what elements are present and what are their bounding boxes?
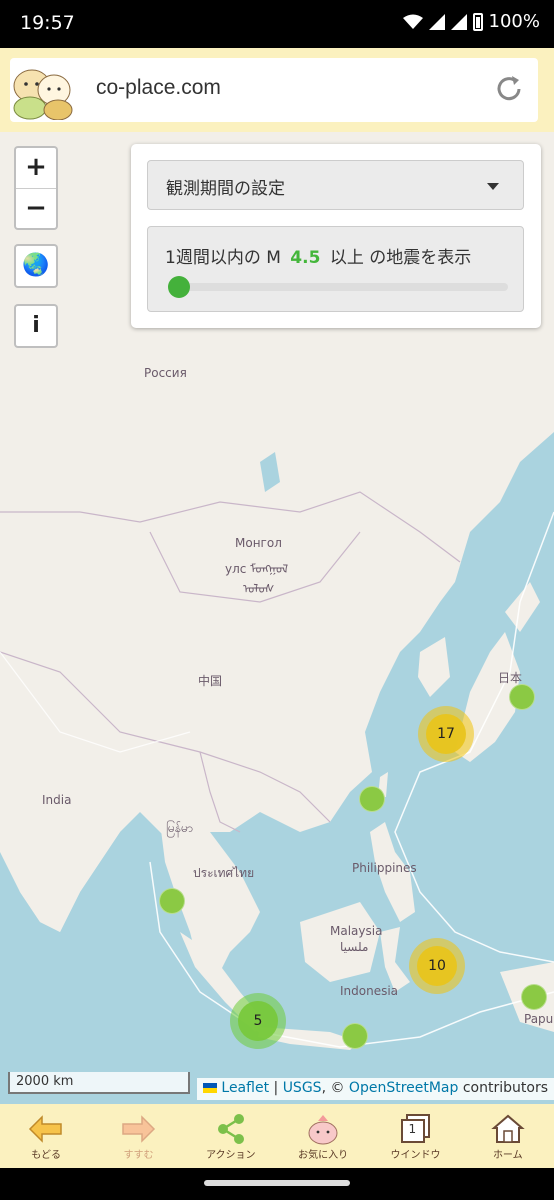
- earthquake-marker[interactable]: [509, 684, 535, 710]
- magnitude-value: 4.5: [290, 248, 321, 268]
- magnitude-filter: 1週間以内の M 4.5 以上 の地震を表示: [147, 226, 524, 312]
- status-icons: 100%: [402, 11, 540, 32]
- ukraine-flag-icon: [203, 1083, 218, 1093]
- address-bar[interactable]: co-place.com: [10, 58, 538, 122]
- mascot-icon: [13, 69, 73, 120]
- osm-link[interactable]: OpenStreetMap: [349, 1080, 458, 1096]
- window-button[interactable]: 1 ウインドウ: [375, 1112, 455, 1161]
- favorite-button[interactable]: お気に入り: [283, 1112, 363, 1161]
- map-scale: 2000 km: [8, 1072, 190, 1094]
- browser-bottom-toolbar: もどる すすむ アクション お気に入り 1 ウインドウ ホーム: [0, 1104, 554, 1168]
- signal-icon-2: [450, 13, 467, 30]
- map-label-russia: Россия: [144, 366, 187, 380]
- cluster-marker[interactable]: 5: [230, 993, 286, 1049]
- reload-icon[interactable]: [492, 72, 526, 106]
- home-icon: [491, 1114, 525, 1143]
- earthquake-map[interactable]: Россия Монгол улс ᠮᠣᠩᠭᠣᠯ ᠤᠯᠤᠰ 中国 日本 Indi…: [0, 132, 554, 1104]
- chevron-down-icon: [487, 183, 499, 190]
- system-nav-bar: [0, 1168, 554, 1200]
- home-gesture-handle[interactable]: [204, 1180, 350, 1186]
- usgs-link[interactable]: USGS: [283, 1080, 322, 1096]
- cluster-count: 10: [417, 946, 457, 986]
- globe-button[interactable]: 🌏: [14, 244, 58, 288]
- zoom-in-button[interactable]: +: [16, 148, 56, 188]
- info-icon: i: [32, 313, 40, 338]
- zoom-control: + −: [14, 146, 58, 230]
- attrib-sep-2: , ©: [321, 1080, 349, 1096]
- forward-label: すすむ: [123, 1149, 154, 1161]
- map-label-malaysia: Malaysia: [330, 924, 383, 938]
- period-select[interactable]: 観測期間の設定: [147, 160, 524, 210]
- attrib-sep-1: |: [269, 1080, 283, 1096]
- filter-suffix: 以上 の地震を表示: [329, 248, 472, 268]
- favorite-label: お気に入り: [298, 1149, 349, 1161]
- status-time: 19:57: [20, 12, 75, 34]
- map-label-myanmar: မြန်မာ: [166, 821, 193, 835]
- home-label: ホーム: [492, 1149, 523, 1161]
- map-label-china: 中国: [198, 674, 223, 688]
- zoom-out-button[interactable]: −: [16, 189, 56, 229]
- url-text[interactable]: co-place.com: [96, 76, 221, 100]
- magnitude-slider-track[interactable]: [168, 283, 508, 291]
- cluster-count: 17: [426, 714, 466, 754]
- magnitude-slider-handle[interactable]: [168, 276, 190, 298]
- arrow-left-icon: [29, 1114, 62, 1143]
- map-label-india: India: [42, 793, 72, 807]
- earthquake-marker[interactable]: [159, 888, 185, 914]
- home-button[interactable]: ホーム: [468, 1112, 548, 1161]
- action-label: アクション: [206, 1149, 256, 1161]
- cluster-count: 5: [238, 1001, 278, 1041]
- cluster-marker[interactable]: 17: [418, 706, 474, 762]
- share-icon: [217, 1113, 244, 1144]
- window-count: 1: [408, 1121, 417, 1136]
- map-label-indonesia: Indonesia: [340, 984, 399, 998]
- status-bar: 19:57 100%: [0, 0, 554, 48]
- info-button[interactable]: i: [14, 304, 58, 348]
- settings-panel: 観測期間の設定 1週間以内の M 4.5 以上 の地震を表示: [131, 144, 541, 328]
- signal-icon: [428, 13, 445, 30]
- cluster-marker[interactable]: 10: [409, 938, 465, 994]
- battery-level: 100%: [488, 11, 540, 32]
- map-label-thailand: ประเทศไทย: [193, 866, 255, 880]
- earthquake-marker[interactable]: [342, 1023, 368, 1049]
- arrow-right-icon: [122, 1114, 156, 1143]
- map-label-papua: Papu: [524, 1012, 554, 1026]
- map-label-mongolia-2: улс ᠮᠣᠩᠭᠣᠯ: [225, 562, 289, 576]
- wifi-icon: [402, 14, 423, 29]
- map-label-mongolia-3: ᠤᠯᠤᠰ: [243, 582, 275, 596]
- browser-toolbar: co-place.com: [0, 48, 554, 132]
- battery-icon: [472, 12, 483, 31]
- map-label-mongolia: Монгол: [235, 536, 282, 550]
- map-label-philippines: Philippines: [352, 861, 417, 875]
- filter-prefix: 1週間以内の M: [165, 248, 281, 268]
- back-label: もどる: [31, 1149, 62, 1161]
- filter-text: 1週間以内の M 4.5 以上 の地震を表示: [165, 243, 471, 268]
- period-select-label: 観測期間の設定: [166, 179, 285, 199]
- window-label: ウインドウ: [390, 1149, 441, 1161]
- back-button[interactable]: もどる: [6, 1112, 86, 1161]
- earthquake-marker[interactable]: [359, 786, 385, 812]
- map-label-malaysia-2: ملسيا: [340, 940, 369, 954]
- leaflet-link[interactable]: Leaflet: [221, 1080, 269, 1096]
- attrib-tail: contributors: [458, 1080, 548, 1096]
- forward-button[interactable]: すすむ: [98, 1112, 178, 1161]
- action-button[interactable]: アクション: [191, 1112, 271, 1161]
- globe-icon: 🌏: [22, 253, 50, 278]
- favorite-mascot-icon: [308, 1114, 338, 1144]
- map-attribution: Leaflet | USGS, © OpenStreetMap contribu…: [197, 1078, 554, 1100]
- earthquake-marker[interactable]: [521, 984, 547, 1010]
